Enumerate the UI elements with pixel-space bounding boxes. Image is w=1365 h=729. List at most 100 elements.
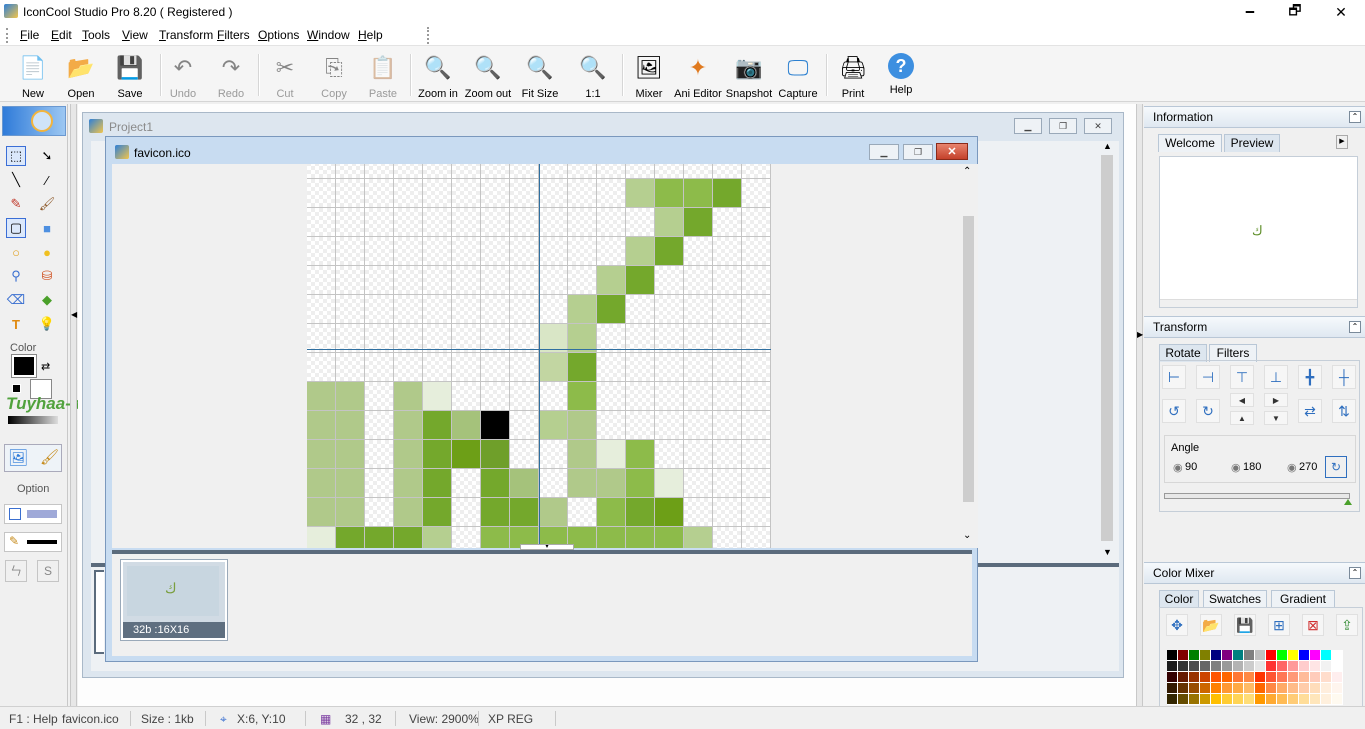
capture-button[interactable]: 🖵 Capture — [773, 49, 823, 101]
pixel-cell[interactable] — [568, 208, 597, 237]
pixel-cell[interactable] — [597, 237, 626, 266]
color-swatch[interactable] — [1200, 650, 1211, 661]
icon-window-minimize-button[interactable]: ▁ — [869, 144, 899, 160]
help-button[interactable]: ? Help — [876, 49, 926, 101]
cut-button[interactable]: ✂ Cut — [260, 49, 310, 101]
pixel-cell[interactable] — [423, 164, 452, 179]
pixel-cell[interactable] — [626, 440, 655, 469]
align-top-icon[interactable]: ⊤ — [1230, 365, 1254, 389]
color-swatch[interactable] — [1211, 650, 1222, 661]
default-colors-icon[interactable] — [12, 384, 21, 393]
color-swatch[interactable] — [1167, 672, 1178, 683]
pixel-cell[interactable] — [452, 353, 481, 382]
corner-option-icon[interactable]: ㄣ — [5, 560, 27, 582]
pixel-cell[interactable] — [336, 179, 365, 208]
collapse-icon[interactable]: ⌃ — [1349, 111, 1361, 123]
pixel-cell[interactable] — [336, 498, 365, 527]
pixel-cell[interactable] — [365, 164, 394, 179]
eraser-icon[interactable]: ⌫ — [6, 290, 26, 310]
pixel-cell[interactable] — [626, 469, 655, 498]
color-swatch[interactable] — [1233, 694, 1244, 705]
pixel-cell[interactable] — [655, 440, 684, 469]
pixel-cell[interactable] — [684, 527, 713, 548]
pixel-cell[interactable] — [452, 164, 481, 179]
pixel-cell[interactable] — [394, 382, 423, 411]
pixel-cell[interactable] — [336, 295, 365, 324]
line-icon[interactable]: ╲ — [6, 170, 26, 190]
menu-file[interactable]: File — [20, 28, 39, 42]
color-swatch[interactable] — [1310, 694, 1321, 705]
color-swatch[interactable] — [1255, 661, 1266, 672]
color-swatch[interactable] — [1321, 694, 1332, 705]
add-swatch-icon[interactable]: ⊞ — [1268, 614, 1290, 636]
pixel-cell[interactable] — [597, 179, 626, 208]
color-swatch[interactable] — [1167, 683, 1178, 694]
color-swatch[interactable] — [1299, 683, 1310, 694]
pixel-cell[interactable] — [568, 411, 597, 440]
color-swatch[interactable] — [1211, 672, 1222, 683]
pixel-cell[interactable] — [539, 208, 568, 237]
pixel-cell[interactable] — [307, 266, 336, 295]
pixel-cell[interactable] — [684, 208, 713, 237]
pixel-cell[interactable] — [452, 440, 481, 469]
pixel-cell[interactable] — [742, 527, 771, 548]
color-swatch[interactable] — [1299, 694, 1310, 705]
project-minimize-button[interactable]: ▁ — [1014, 118, 1042, 134]
color-swatch[interactable] — [1266, 661, 1277, 672]
pixel-cell[interactable] — [742, 266, 771, 295]
pixel-cell[interactable] — [684, 469, 713, 498]
filled-rectangle-icon[interactable]: ■ — [37, 218, 57, 238]
edit-scroll-thumb[interactable] — [963, 216, 974, 502]
pixel-cell[interactable] — [713, 527, 742, 548]
pixel-cell[interactable] — [626, 295, 655, 324]
pixel-cell[interactable] — [655, 469, 684, 498]
pixel-cell[interactable] — [365, 179, 394, 208]
menu-options[interactable]: Options — [258, 28, 299, 42]
color-swatch[interactable] — [1310, 683, 1321, 694]
rectangle-icon[interactable]: ▢ — [6, 218, 26, 238]
gradient-fill-icon[interactable]: ◆ — [37, 290, 57, 310]
pixel-cell[interactable] — [481, 440, 510, 469]
pixel-cell[interactable] — [539, 440, 568, 469]
pixel-cell[interactable] — [423, 469, 452, 498]
align-middle-icon[interactable]: ┼ — [1332, 365, 1356, 389]
color-swatch[interactable] — [1222, 672, 1233, 683]
pixel-cell[interactable] — [307, 179, 336, 208]
pixel-cell[interactable] — [307, 469, 336, 498]
pixel-cell[interactable] — [539, 411, 568, 440]
pixel-cell[interactable] — [510, 295, 539, 324]
pixel-cell[interactable] — [684, 179, 713, 208]
color-swatch[interactable] — [1310, 661, 1321, 672]
color-swatch[interactable] — [1332, 672, 1343, 683]
pixel-cell[interactable] — [568, 266, 597, 295]
open-palette-icon[interactable]: 📂 — [1200, 614, 1222, 636]
close-button[interactable]: ✕ — [1318, 0, 1364, 24]
pixel-cell[interactable] — [365, 208, 394, 237]
color-swatch[interactable] — [1200, 694, 1211, 705]
pixel-cell[interactable] — [684, 440, 713, 469]
pixel-cell[interactable] — [510, 353, 539, 382]
color-swatch[interactable] — [1321, 661, 1332, 672]
color-swatch[interactable] — [1255, 683, 1266, 694]
pixel-cell[interactable] — [336, 440, 365, 469]
pixel-cell[interactable] — [452, 295, 481, 324]
undo-button[interactable]: ↶ Undo — [158, 49, 208, 101]
pixel-cell[interactable] — [365, 411, 394, 440]
pixel-cell[interactable] — [452, 527, 481, 548]
pixel-cell[interactable] — [713, 498, 742, 527]
pixel-cell[interactable] — [713, 266, 742, 295]
pixel-cell[interactable] — [481, 469, 510, 498]
pixel-cell[interactable] — [510, 164, 539, 179]
pixel-cell[interactable] — [336, 382, 365, 411]
open-button[interactable]: 📂 Open — [56, 49, 106, 101]
move-arrow-icon[interactable]: ➘ — [37, 146, 57, 166]
save-button[interactable]: 💾 Save — [105, 49, 155, 101]
pixel-cell[interactable] — [423, 498, 452, 527]
pixel-cell[interactable] — [597, 353, 626, 382]
pixel-cell[interactable] — [742, 295, 771, 324]
pixel-cell[interactable] — [510, 208, 539, 237]
pixel-cell[interactable] — [452, 469, 481, 498]
pixel-cell[interactable] — [394, 527, 423, 548]
pixel-cell[interactable] — [626, 208, 655, 237]
pixel-cell[interactable] — [423, 382, 452, 411]
